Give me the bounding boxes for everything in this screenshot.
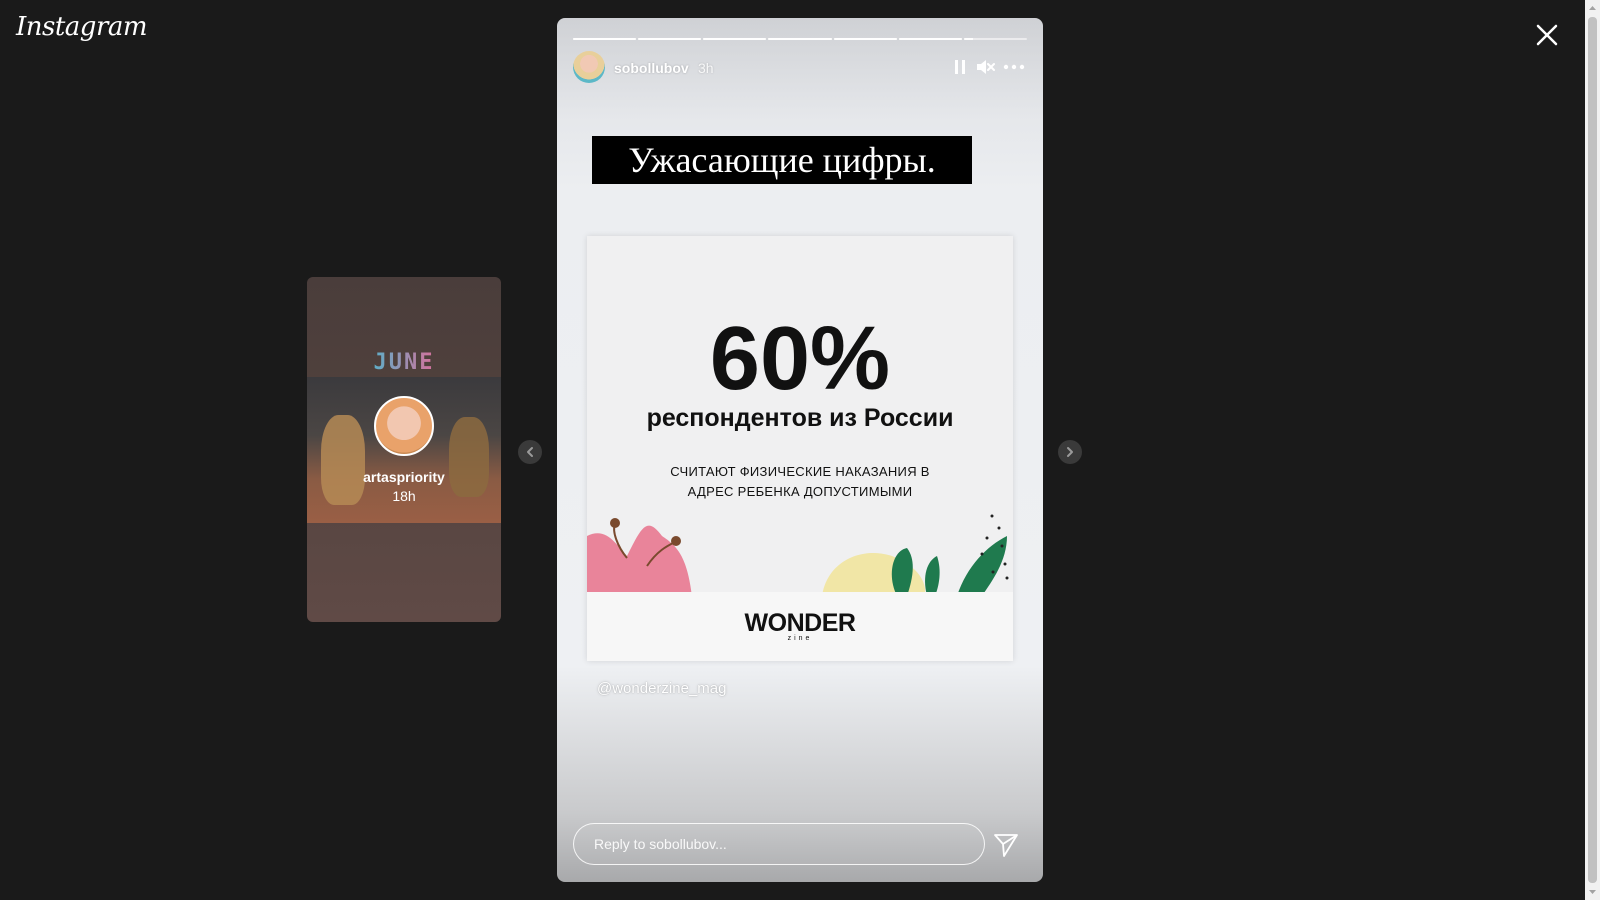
progress-segment-fill — [768, 38, 832, 40]
more-options-button[interactable] — [1003, 58, 1025, 81]
story-preview-artaspriority[interactable]: JUNE artaspriority 18h — [307, 277, 501, 622]
story-header: sobollubov 3h — [573, 51, 1027, 85]
stat-percentage: 60% — [709, 309, 891, 409]
preview-photo-dog — [449, 417, 489, 497]
progress-segment-fill — [898, 38, 962, 40]
brand-logo-sub: zine — [787, 635, 813, 642]
progress-segment-fill — [963, 38, 974, 40]
stat-subject: респондентов из России — [646, 404, 954, 432]
story-progress-bar — [573, 38, 1027, 40]
progress-segment — [833, 38, 897, 40]
progress-segment-fill — [833, 38, 897, 40]
scrollbar-thumb[interactable] — [1588, 17, 1597, 883]
reply-input[interactable]: Reply to sobollubov... — [573, 823, 985, 865]
close-button[interactable] — [1532, 20, 1562, 50]
chevron-right-icon — [1067, 447, 1073, 457]
scroll-up-icon[interactable] — [1588, 4, 1597, 13]
story-viewer[interactable]: sobollubov 3h Ужасающие цифры. 60% респо… — [557, 18, 1043, 882]
progress-segment-fill — [638, 38, 702, 40]
muted-speaker-icon — [977, 60, 995, 74]
progress-segment — [638, 38, 702, 40]
progress-segment-fill — [573, 38, 637, 40]
close-icon — [1536, 24, 1558, 46]
instagram-logo[interactable]: Instagram — [16, 12, 148, 42]
mention-tag[interactable]: @wonderzine_mag — [597, 680, 726, 697]
more-options-icon — [1003, 64, 1025, 70]
progress-segment-fill — [703, 38, 767, 40]
progress-segment — [703, 38, 767, 40]
story-headline: Ужасающие цифры. — [592, 136, 972, 184]
progress-segment — [898, 38, 962, 40]
pause-icon — [955, 60, 965, 74]
preview-avatar — [374, 396, 434, 456]
send-icon — [994, 834, 1018, 857]
progress-segment — [573, 38, 637, 40]
progress-segment — [963, 38, 1027, 40]
send-button[interactable] — [993, 832, 1019, 863]
story-author-username[interactable]: sobollubov — [614, 60, 689, 76]
previous-story-button[interactable] — [518, 440, 542, 464]
preview-time: 18h — [392, 488, 416, 504]
floral-decoration — [587, 514, 1009, 596]
chevron-left-icon — [527, 447, 533, 457]
brand-logo: WONDER — [744, 609, 856, 637]
page-scrollbar[interactable] — [1585, 0, 1600, 900]
progress-segment — [768, 38, 832, 40]
next-story-button[interactable] — [1058, 440, 1082, 464]
preview-sticker-text: JUNE — [307, 350, 501, 375]
pause-button[interactable] — [951, 58, 969, 81]
story-author-avatar[interactable] — [573, 51, 605, 83]
stat-description: СЧИТАЮТ ФИЗИЧЕСКИЕ НАКАЗАНИЯ В АДРЕС РЕБ… — [670, 464, 930, 499]
story-time: 3h — [698, 60, 714, 76]
preview-username: artaspriority — [363, 469, 445, 485]
mute-button[interactable] — [975, 58, 995, 81]
story-image-card: 60% респондентов из России СЧИТАЮТ ФИЗИЧ… — [587, 236, 1013, 661]
card-footer: WONDER zine — [587, 592, 1013, 661]
scroll-down-icon[interactable] — [1588, 887, 1597, 896]
